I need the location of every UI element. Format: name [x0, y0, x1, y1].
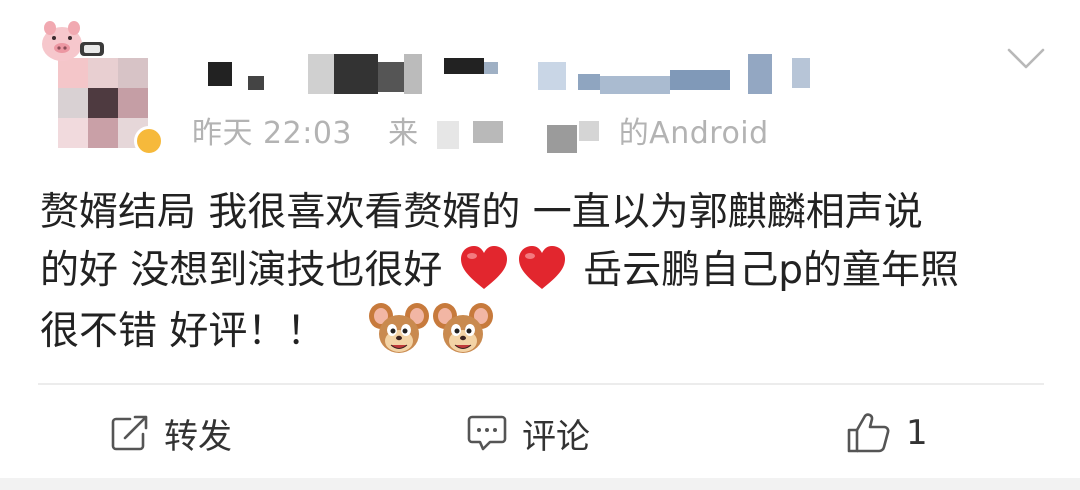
heart-icon	[460, 246, 507, 289]
like-button[interactable]: 1	[846, 408, 928, 458]
post-meta: 昨天 22:03 来 的Android	[192, 108, 769, 153]
comment-icon	[467, 415, 507, 451]
repost-label: 转发	[164, 416, 232, 457]
chevron-down-icon[interactable]	[1006, 46, 1046, 72]
avatar[interactable]	[36, 18, 164, 156]
source-suffix: 的Android	[618, 116, 769, 151]
divider	[38, 383, 1044, 385]
comment-button[interactable]: 评论	[466, 408, 590, 458]
jerry-emoji-icon	[432, 303, 493, 353]
source-prefix: 来	[388, 116, 419, 151]
content-text-2b: 岳云鹏自己p的童年照	[583, 248, 959, 293]
jerry-emoji-icon	[368, 303, 429, 353]
post-time: 昨天 22:03	[192, 116, 352, 151]
comment-label: 评论	[522, 416, 590, 457]
content-line-1: 赘婿结局 我很喜欢看赘婿的 一直以为郭麒麟相声说	[40, 190, 923, 235]
feed-separator	[0, 478, 1080, 490]
repost-button[interactable]: 转发	[110, 408, 232, 458]
heart-icon	[518, 246, 565, 289]
content-line-2: 的好 没想到演技也很好 岳云鹏自己p的童年照	[40, 242, 1050, 300]
post-content: 赘婿结局 我很喜欢看赘婿的 一直以为郭麒麟相声说 的好 没想到演技也很好 岳云鹏…	[40, 184, 1050, 358]
pig-badge-icon	[42, 21, 104, 61]
like-icon	[847, 413, 890, 453]
content-text-2a: 的好 没想到演技也很好	[40, 248, 443, 293]
content-text-3: 很不错 好评！！	[40, 309, 326, 354]
weibo-post: 昨天 22:03 来 的Android 赘婿结局 我很喜欢看赘婿的 一直以为郭麒…	[0, 0, 1080, 478]
content-line-3: 很不错 好评！！	[40, 300, 1050, 358]
like-count: 1	[906, 413, 928, 453]
repost-icon	[111, 415, 148, 451]
username-blurred[interactable]	[208, 54, 828, 98]
source-blurred	[429, 119, 609, 153]
verified-badge-icon	[134, 126, 164, 156]
